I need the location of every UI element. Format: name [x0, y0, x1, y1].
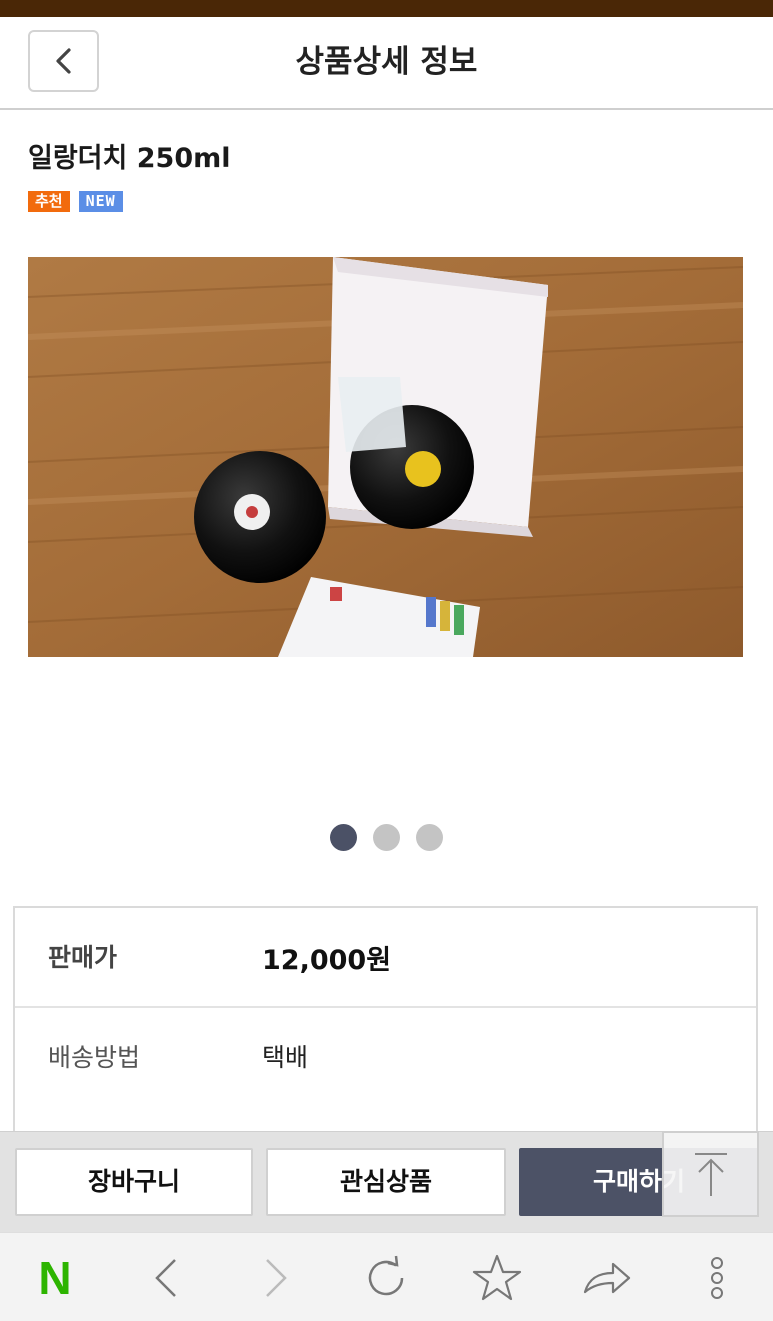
- page-header: 상품상세 정보: [0, 17, 773, 110]
- star-icon: [472, 1254, 522, 1300]
- chevron-right-icon: [266, 1258, 287, 1297]
- carousel-indicator: [330, 824, 443, 851]
- status-bar: [0, 0, 773, 17]
- recommended-badge: 추천: [28, 191, 70, 212]
- shipping-value: 택배: [262, 1043, 309, 1072]
- naver-logo[interactable]: N: [20, 1233, 90, 1321]
- bookmark-button[interactable]: [462, 1233, 532, 1321]
- browser-forward-button[interactable]: [241, 1233, 311, 1321]
- more-menu-button[interactable]: [682, 1233, 752, 1321]
- naver-logo-text: N: [38, 1251, 72, 1304]
- price-label: 판매가: [48, 943, 118, 972]
- price-value: 12,000원: [262, 945, 392, 976]
- product-image[interactable]: [28, 257, 743, 657]
- product-name: 일랑더치 250ml: [28, 143, 231, 174]
- shipping-label: 배송방법: [48, 1043, 141, 1072]
- scroll-to-top-button[interactable]: [662, 1131, 759, 1217]
- refresh-icon: [368, 1255, 404, 1295]
- carousel-dot[interactable]: [330, 824, 357, 851]
- carousel-dot[interactable]: [373, 824, 400, 851]
- add-to-cart-button[interactable]: 장바구니: [15, 1148, 253, 1216]
- refresh-button[interactable]: [351, 1233, 421, 1321]
- back-button[interactable]: [28, 30, 99, 92]
- arrow-up-icon: [694, 1153, 727, 1196]
- browser-back-button[interactable]: [131, 1233, 201, 1321]
- new-badge: NEW: [78, 191, 123, 212]
- page-title: 상품상세 정보: [295, 44, 478, 80]
- product-info-table: 판매가 12,000원 배송방법 택배: [13, 906, 758, 1166]
- share-button[interactable]: [572, 1233, 642, 1321]
- price-row: 판매가 12,000원: [15, 908, 756, 1008]
- product-photo-illustration: [28, 257, 743, 657]
- chevron-left-icon: [55, 48, 71, 74]
- purchase-action-bar: 장바구니 관심상품 구매하기: [0, 1131, 773, 1232]
- browser-toolbar: N: [0, 1232, 773, 1321]
- carousel-dot[interactable]: [416, 824, 443, 851]
- share-icon: [583, 1262, 631, 1293]
- wishlist-button[interactable]: 관심상품: [266, 1148, 506, 1216]
- product-badges: 추천 NEW: [28, 191, 123, 212]
- shipping-row: 배송방법 택배: [15, 1008, 756, 1108]
- more-vertical-icon: [711, 1256, 723, 1299]
- chevron-left-icon: [155, 1258, 176, 1297]
